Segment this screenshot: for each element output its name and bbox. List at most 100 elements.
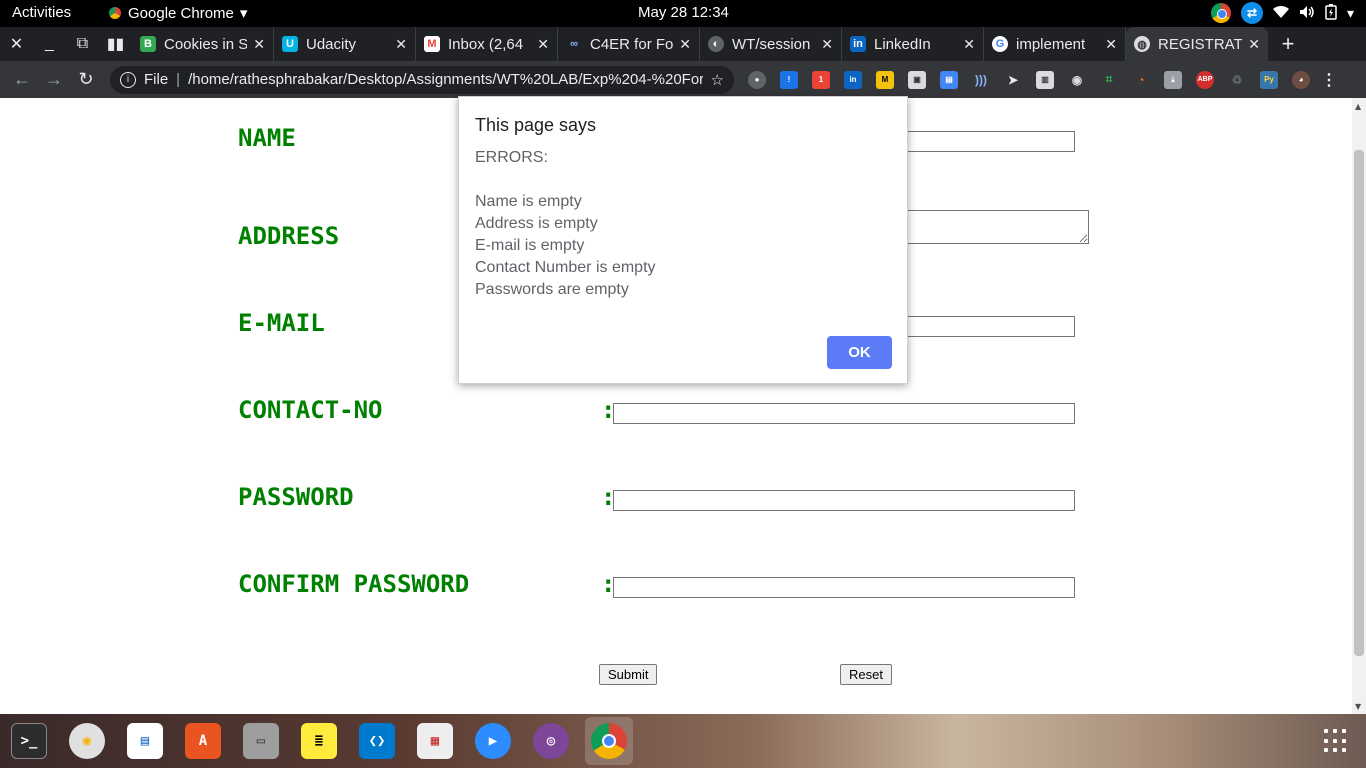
tab-linkedin[interactable]: in LinkedIn ✕ xyxy=(842,27,984,61)
save-extension-icon[interactable]: ⤓ xyxy=(1164,70,1182,89)
adblock-icon[interactable]: ABP xyxy=(1196,70,1214,89)
close-icon[interactable]: ✕ xyxy=(253,36,265,53)
profile-avatar[interactable]: ◕ xyxy=(1292,70,1310,89)
tab-wt-session[interactable]: ◐ WT/session ✕ xyxy=(700,27,842,61)
submit-button[interactable]: Submit xyxy=(599,664,658,685)
recycle-extension-icon[interactable]: ♻ xyxy=(1228,71,1246,89)
show-applications-icon[interactable] xyxy=(1324,729,1348,753)
tab-label: Udacity xyxy=(306,35,357,53)
page-scrollbar[interactable]: ▲ ▼ xyxy=(1352,98,1366,714)
dialog-message: ERRORS: Name is empty Address is empty E… xyxy=(475,147,656,301)
wifi-icon[interactable] xyxy=(1272,5,1289,22)
tab-implement[interactable]: G implement ✕ xyxy=(984,27,1126,61)
libreoffice-writer-icon[interactable]: ▤ xyxy=(127,723,163,759)
teamviewer-icon[interactable]: ⇄ xyxy=(1240,2,1263,24)
error-line: Address is empty xyxy=(475,215,598,232)
tab-inbox[interactable]: M Inbox (2,64 ✕ xyxy=(416,27,558,61)
tab-label: WT/session xyxy=(732,35,811,53)
tor-browser-icon[interactable]: ◎ xyxy=(533,723,569,759)
tab-label: REGISTRATI xyxy=(1158,35,1243,53)
bulb-extension-icon[interactable]: ◉ xyxy=(1068,71,1086,89)
tab-c4er[interactable]: ∞ C4ER for Fo ✕ xyxy=(558,27,700,61)
reader-extension-icon[interactable]: ▥ xyxy=(1036,70,1054,89)
password-input[interactable] xyxy=(613,490,1075,511)
contact-input[interactable] xyxy=(613,403,1075,424)
activities-button[interactable]: Activities xyxy=(12,4,71,21)
chevron-down-icon: ▾ xyxy=(239,5,248,22)
confirm-password-label: CONFIRM PASSWORD xyxy=(238,570,470,598)
info-icon[interactable]: i xyxy=(120,71,136,88)
python-extension-icon[interactable]: Py xyxy=(1260,70,1278,89)
back-icon[interactable]: ← xyxy=(6,69,38,90)
mendeley-extension-icon[interactable]: M xyxy=(876,70,894,89)
confirm-password-input[interactable] xyxy=(613,577,1075,598)
scroll-down-icon[interactable]: ▼ xyxy=(1355,702,1361,711)
error-line: Name is empty xyxy=(475,193,582,210)
app-menu[interactable]: Google Chrome ▾ xyxy=(108,4,247,22)
document-viewer-icon[interactable]: ▦ xyxy=(417,723,453,759)
link-icon: ∞ xyxy=(570,38,578,50)
meet-extension-icon[interactable]: ▤ xyxy=(940,70,958,89)
url-scheme: File xyxy=(144,71,169,88)
email-label: E-MAIL xyxy=(238,309,325,337)
gnome-top-bar: Activities Google Chrome ▾ May 28 12:34 … xyxy=(0,0,1366,27)
system-tray[interactable]: ⇄ ▾ xyxy=(1210,2,1354,24)
contact-label: CONTACT-NO xyxy=(238,396,383,424)
globe-icon: ◍ xyxy=(1134,36,1150,52)
notes-icon[interactable]: ≣ xyxy=(301,723,337,759)
vscode-icon[interactable]: ❮❯ xyxy=(359,723,395,759)
reset-button[interactable]: Reset xyxy=(840,664,892,685)
error-line: E-mail is empty xyxy=(475,237,585,254)
url-text[interactable]: /home/rathesphrabakar/Desktop/Assignment… xyxy=(188,71,702,88)
linkedin-extension-icon[interactable]: in xyxy=(844,70,862,89)
new-tab-button[interactable]: + xyxy=(1268,27,1308,61)
close-window-button[interactable]: ✕ xyxy=(0,27,33,61)
clock[interactable]: May 28 12:34 xyxy=(638,4,729,21)
cookie-icon: B xyxy=(140,36,156,52)
tab-udacity[interactable]: U Udacity ✕ xyxy=(274,27,416,61)
software-center-icon[interactable]: A xyxy=(185,723,221,759)
chat-extension-icon[interactable]: ● xyxy=(748,70,766,89)
reload-icon[interactable]: ↻ xyxy=(70,69,102,90)
tab-cookies[interactable]: B Cookies in S ✕ xyxy=(132,27,274,61)
close-icon[interactable]: ✕ xyxy=(679,36,691,53)
extension-badge-icon[interactable]: ! xyxy=(780,70,798,89)
terminal-icon[interactable]: >_ xyxy=(11,723,47,759)
zoom-icon[interactable]: ▶ xyxy=(475,723,511,759)
close-icon[interactable]: ✕ xyxy=(821,36,833,53)
close-icon[interactable]: ✕ xyxy=(963,36,975,53)
crop-extension-icon[interactable]: ⌗ xyxy=(1100,71,1118,89)
close-icon[interactable]: ✕ xyxy=(395,36,407,53)
bookmark-star-icon[interactable]: ☆ xyxy=(711,71,724,89)
audio-extension-icon[interactable]: ))) xyxy=(972,71,990,89)
extension-badge-icon[interactable]: 1 xyxy=(812,70,830,89)
clock-extension-icon[interactable]: ◔ xyxy=(1132,71,1150,89)
scrollbar-thumb[interactable] xyxy=(1354,150,1364,656)
github-icon: ◐ xyxy=(708,36,724,52)
minimize-window-button[interactable]: _ xyxy=(33,27,66,61)
restore-window-button[interactable]: ⧉ xyxy=(66,27,99,61)
chevron-down-icon[interactable]: ▾ xyxy=(1347,5,1354,22)
forward-icon[interactable]: → xyxy=(38,69,70,90)
rhythmbox-icon[interactable]: ◉ xyxy=(69,723,105,759)
tab-search-icon[interactable]: ▮▮ xyxy=(99,27,132,61)
chrome-icon[interactable] xyxy=(591,723,627,759)
dock: >_ ◉ ▤ A ▭ ≣ ❮❯ ▦ ▶ ◎ xyxy=(0,714,1366,768)
close-icon[interactable]: ✕ xyxy=(1248,36,1260,53)
scroll-up-icon[interactable]: ▲ xyxy=(1355,102,1361,111)
battery-icon[interactable] xyxy=(1325,3,1337,23)
screenshot-extension-icon[interactable]: ▣ xyxy=(908,70,926,89)
ok-button[interactable]: OK xyxy=(827,336,892,369)
menu-kebab-icon[interactable]: ⋮ xyxy=(1320,71,1338,89)
file-manager-icon[interactable]: ▭ xyxy=(243,723,279,759)
close-icon[interactable]: ✕ xyxy=(537,36,549,53)
volume-icon[interactable] xyxy=(1299,5,1315,22)
tab-registration[interactable]: ◍ REGISTRATI ✕ xyxy=(1126,27,1268,61)
address-bar[interactable]: i File | /home/rathesphrabakar/Desktop/A… xyxy=(110,65,734,94)
cursor-extension-icon[interactable]: ➤ xyxy=(1004,71,1022,89)
close-icon[interactable]: ✕ xyxy=(1105,36,1117,53)
chrome-tray-icon[interactable] xyxy=(1210,3,1231,23)
error-line: Contact Number is empty xyxy=(475,259,656,276)
divider: | xyxy=(176,71,181,88)
